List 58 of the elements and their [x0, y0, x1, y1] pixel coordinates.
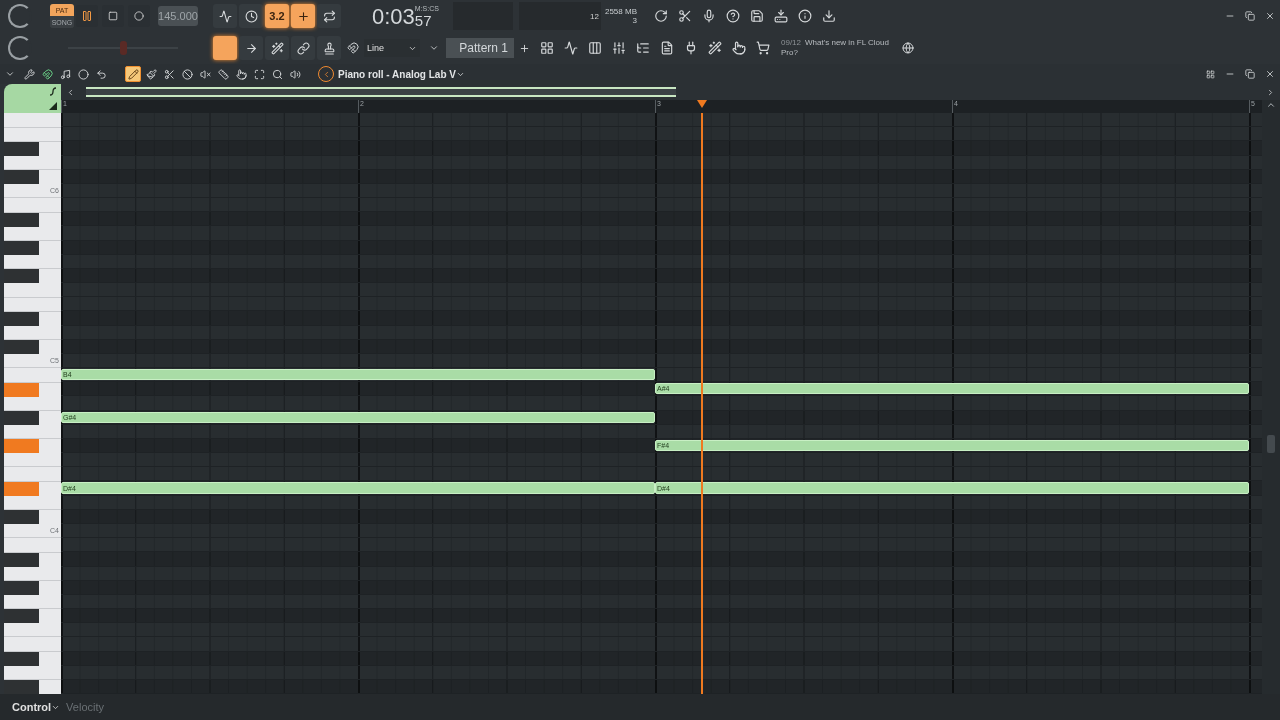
toggle-button[interactable]: [317, 4, 341, 28]
tool-button[interactable]: [125, 66, 141, 82]
pointer-icon: [235, 68, 247, 80]
toolbar-button[interactable]: [317, 36, 341, 60]
memory-usage: 2558 MB: [604, 7, 637, 16]
select-icon: [253, 68, 265, 80]
overview-scrollbar[interactable]: [86, 87, 676, 97]
snap-dropdown[interactable]: Line: [364, 39, 420, 57]
mute-icon: [199, 68, 211, 80]
scissors-icon: [163, 68, 175, 80]
tool-button[interactable]: [143, 66, 159, 82]
tool-button[interactable]: [233, 66, 249, 82]
toggle-button[interactable]: [291, 4, 315, 28]
triangle-icon: [49, 102, 57, 110]
piano-roll-title[interactable]: Piano roll - Analog Lab V: [338, 68, 465, 80]
speaker-icon: [289, 68, 301, 80]
toggle-button[interactable]: [213, 4, 237, 28]
tool-button[interactable]: [179, 66, 195, 82]
metronome-icon: [218, 9, 232, 23]
wrench-icon[interactable]: [21, 66, 37, 82]
toolbar-button[interactable]: [291, 36, 315, 60]
pattern-selector[interactable]: Pattern 1: [446, 38, 514, 58]
record-icon: [134, 11, 144, 21]
stop-icon: [108, 11, 118, 21]
pitch-knob[interactable]: [8, 36, 32, 60]
volume-knob[interactable]: [8, 4, 32, 28]
time-centiseconds: 57: [414, 12, 432, 30]
loop-icon: [322, 9, 336, 23]
stamp-icon: [322, 41, 336, 55]
pause-icon: [81, 10, 93, 22]
toolbar-button[interactable]: [239, 36, 263, 60]
tool-button[interactable]: [215, 66, 231, 82]
record-icon[interactable]: [75, 66, 91, 82]
ruler-icon: [217, 68, 229, 80]
velocity-label: Velocity: [66, 701, 105, 713]
song-time: 0:03: [372, 4, 415, 30]
master-pitch-slider[interactable]: [68, 41, 178, 55]
brush-icon: [145, 68, 157, 80]
clock-icon: [244, 9, 258, 23]
plus-icon: [296, 9, 310, 23]
pencil-icon: [127, 68, 139, 80]
control-dropdown[interactable]: Control: [12, 701, 61, 713]
link-icon: [296, 41, 310, 55]
magnet-icon[interactable]: [39, 66, 55, 82]
news-text[interactable]: 09/12 What's new in FL Cloud Pro?: [781, 38, 897, 58]
toggle-button[interactable]: [239, 4, 263, 28]
piano-roll-corner[interactable]: [4, 84, 61, 113]
wand-icon: [270, 41, 284, 55]
chevron-up-icon: [1266, 100, 1276, 110]
cpu-meter: 12: [518, 2, 601, 30]
voice-count: 3: [632, 16, 637, 25]
ban-icon: [181, 68, 193, 80]
arrow-icon: [244, 41, 258, 55]
zoom-icon: [271, 68, 283, 80]
scrollbar-thumb[interactable]: [1267, 435, 1275, 453]
countdown-toggle[interactable]: 3.2: [265, 4, 289, 28]
curve-icon: [49, 87, 57, 96]
toolbar-button[interactable]: [265, 36, 289, 60]
